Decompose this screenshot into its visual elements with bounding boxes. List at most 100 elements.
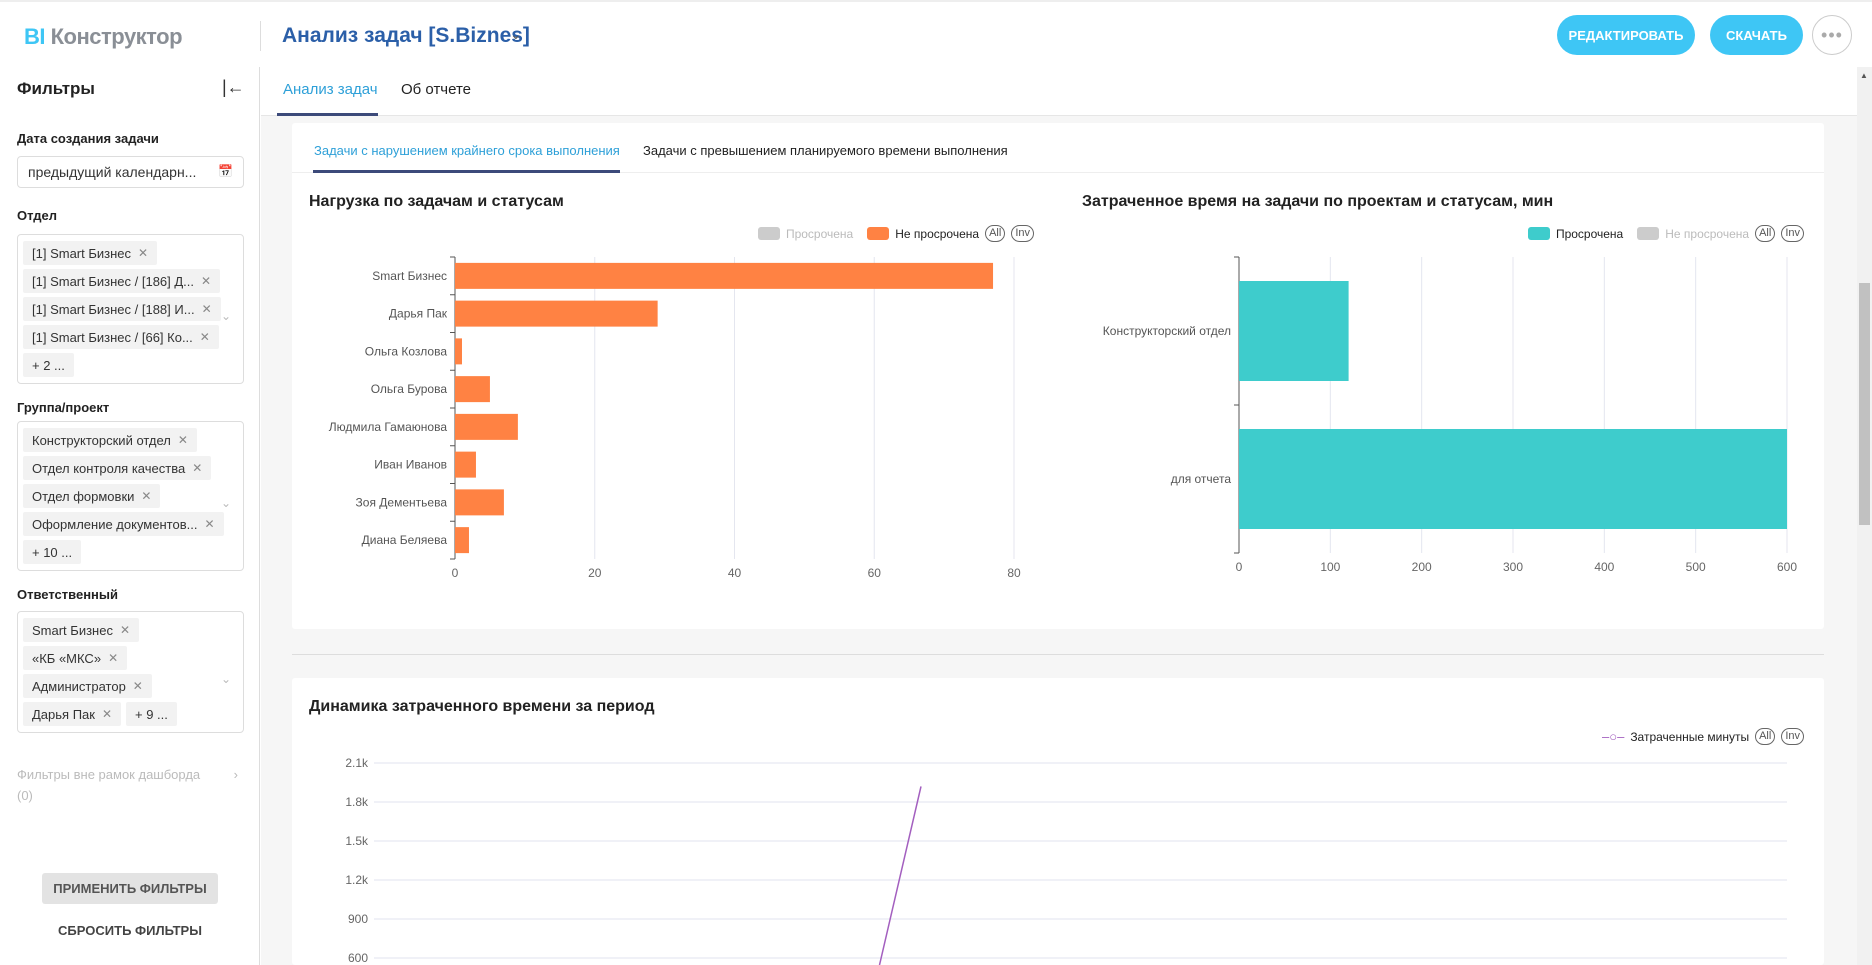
filter-chip[interactable]: Отдел формовки ✕ <box>23 484 161 508</box>
y-category-label: Smart Бизнес <box>372 269 447 283</box>
close-icon[interactable]: ✕ <box>192 461 202 475</box>
chevron-down-icon[interactable]: ⌄ <box>510 26 522 43</box>
filter-chip[interactable]: Администратор ✕ <box>23 674 152 698</box>
more-chips[interactable]: + 10 ... <box>23 540 82 564</box>
close-icon[interactable]: ✕ <box>201 274 211 288</box>
filter-chip[interactable]: «КБ «МКС» ✕ <box>23 646 128 670</box>
filter-chip[interactable]: Конструкторский отдел ✕ <box>23 428 197 452</box>
outside-filters-toggle[interactable]: Фильтры вне рамок дашборда (0) › <box>17 767 242 803</box>
bar <box>1239 281 1349 381</box>
y-category-label: Иван Иванов <box>374 458 447 472</box>
y-tick-label: 600 <box>348 951 368 965</box>
x-tick-label: 100 <box>1320 560 1340 574</box>
date-filter-input[interactable]: предыдущий календарн... 📅 <box>17 156 244 188</box>
chevron-right-icon: › <box>233 767 238 782</box>
bar <box>455 338 462 365</box>
filter-chip[interactable]: [1] Smart Бизнес / [188] И... ✕ <box>23 297 221 321</box>
y-category-label: Диана Беляева <box>362 533 448 547</box>
x-tick-label: 20 <box>588 566 602 580</box>
x-tick-label: 500 <box>1686 560 1706 574</box>
y-category-label: Людмила Гамаюнова <box>329 420 448 434</box>
y-category-label: Ольга Бурова <box>371 382 448 396</box>
filter-chip[interactable]: [1] Smart Бизнес ✕ <box>23 241 158 265</box>
main-content: Анализ задач Об отчете Задачи с нарушени… <box>261 67 1857 965</box>
department-filter-select[interactable]: [1] Smart Бизнес ✕ [1] Smart Бизнес / [186… <box>17 234 244 384</box>
close-icon[interactable]: ✕ <box>202 302 212 316</box>
more-chips[interactable]: + 9 ... <box>126 702 177 726</box>
bar <box>455 527 469 554</box>
dynamics-card: Динамика затраченного времени за период … <box>292 678 1824 965</box>
close-icon[interactable]: ✕ <box>102 707 112 721</box>
more-options-button[interactable]: ••• <box>1812 15 1852 55</box>
filter-chip[interactable]: Дарья Пак ✕ <box>23 702 122 726</box>
workload-chart: 0 20 40 60 80 Smart Бизнес Дарья Пак Ольга Козл… <box>329 256 1797 580</box>
department-filter-label: Отдел <box>17 208 58 223</box>
charts-card: Задачи с нарушением крайнего срока выпол… <box>292 123 1824 629</box>
scrollbar-thumb[interactable] <box>1859 283 1870 525</box>
divider <box>260 21 261 51</box>
active-tab-underline <box>277 113 378 116</box>
x-tick-label: 60 <box>868 566 882 580</box>
date-filter-label: Дата создания задачи <box>17 131 159 146</box>
close-icon[interactable]: ✕ <box>120 623 130 637</box>
x-tick-label: 400 <box>1594 560 1614 574</box>
scroll-up-icon[interactable]: ▲ <box>1860 71 1868 80</box>
apply-filters-button[interactable]: ПРИМЕНИТЬ ФИЛЬТРЫ <box>42 873 218 904</box>
report-title[interactable]: Анализ задач [S.Biznes] <box>282 24 530 48</box>
chevron-down-icon[interactable]: ⌄ <box>221 309 231 323</box>
y-category-label: для отчета <box>1171 472 1232 486</box>
reset-filters-button[interactable]: СБРОСИТЬ ФИЛЬТРЫ <box>42 923 218 938</box>
chevron-down-icon[interactable]: ⌄ <box>221 496 231 510</box>
x-tick-label: 0 <box>1236 560 1243 574</box>
responsible-filter-label: Ответственный <box>17 587 118 602</box>
y-tick-label: 1.5k <box>345 834 369 848</box>
responsible-filter-select[interactable]: Smart Бизнес ✕ «КБ «МКС» ✕ Администратор ✕ Дар… <box>17 611 244 733</box>
filter-chip[interactable]: Отдел контроля качества ✕ <box>23 456 212 480</box>
y-category-label: Конструкторский отдел <box>1103 324 1231 338</box>
bar <box>1239 429 1787 529</box>
download-button[interactable]: СКАЧАТЬ <box>1710 15 1803 55</box>
divider <box>292 654 1824 655</box>
x-tick-label: 80 <box>1007 566 1021 580</box>
bar <box>455 413 518 440</box>
close-icon[interactable]: ✕ <box>108 651 118 665</box>
calendar-icon: 📅 <box>218 164 233 178</box>
report-tabs: Анализ задач Об отчете <box>261 67 1857 116</box>
filters-title: Фильтры <box>17 79 95 98</box>
close-icon[interactable]: ✕ <box>133 679 143 693</box>
group-filter-label: Группа/проект <box>17 400 110 415</box>
filter-chip[interactable]: Оформление документов... ✕ <box>23 512 224 536</box>
y-tick-label: 900 <box>348 912 368 926</box>
bar <box>455 489 504 516</box>
bar <box>455 451 476 478</box>
bar <box>455 262 994 289</box>
y-tick-label: 1.2k <box>345 873 369 887</box>
more-chips[interactable]: + 2 ... <box>23 353 74 377</box>
y-tick-label: 2.1k <box>345 756 369 770</box>
filters-sidebar: Фильтры |← Дата создания задачи предыдущ… <box>0 67 260 965</box>
dynamics-line-chart: 2.1k 1.8k 1.5k 1.2k 900 600 <box>345 756 1787 965</box>
close-icon[interactable]: ✕ <box>141 489 151 503</box>
close-icon[interactable]: ✕ <box>200 330 210 344</box>
y-category-label: Ольга Козлова <box>365 344 448 358</box>
tab-about[interactable]: Об отчете <box>401 81 471 98</box>
tab-analysis[interactable]: Анализ задач <box>283 81 378 98</box>
x-tick-label: 600 <box>1777 560 1797 574</box>
logo: BI Конструктор <box>24 24 183 49</box>
top-header: BI Конструктор Анализ задач [S.Biznes] ⌄… <box>0 0 1872 67</box>
y-category-label: Дарья Пак <box>389 307 448 321</box>
close-icon[interactable]: ✕ <box>138 246 148 260</box>
x-tick-label: 0 <box>452 566 459 580</box>
close-icon[interactable]: ✕ <box>204 517 214 531</box>
chevron-down-icon[interactable]: ⌄ <box>221 672 231 686</box>
scrollbar[interactable]: ▲ <box>1857 67 1872 965</box>
filter-chip[interactable]: [1] Smart Бизнес / [186] Д... ✕ <box>23 269 221 293</box>
group-filter-select[interactable]: Конструкторский отдел ✕ Отдел контроля кач… <box>17 421 244 571</box>
edit-button[interactable]: РЕДАКТИРОВАТЬ <box>1557 15 1695 55</box>
x-tick-label: 300 <box>1503 560 1523 574</box>
filter-chip[interactable]: Smart Бизнес ✕ <box>23 618 140 642</box>
close-icon[interactable]: ✕ <box>178 433 188 447</box>
x-tick-label: 200 <box>1412 560 1432 574</box>
collapse-sidebar-icon[interactable]: |← <box>222 77 245 98</box>
filter-chip[interactable]: [1] Smart Бизнес / [66] Ко... ✕ <box>23 325 219 349</box>
